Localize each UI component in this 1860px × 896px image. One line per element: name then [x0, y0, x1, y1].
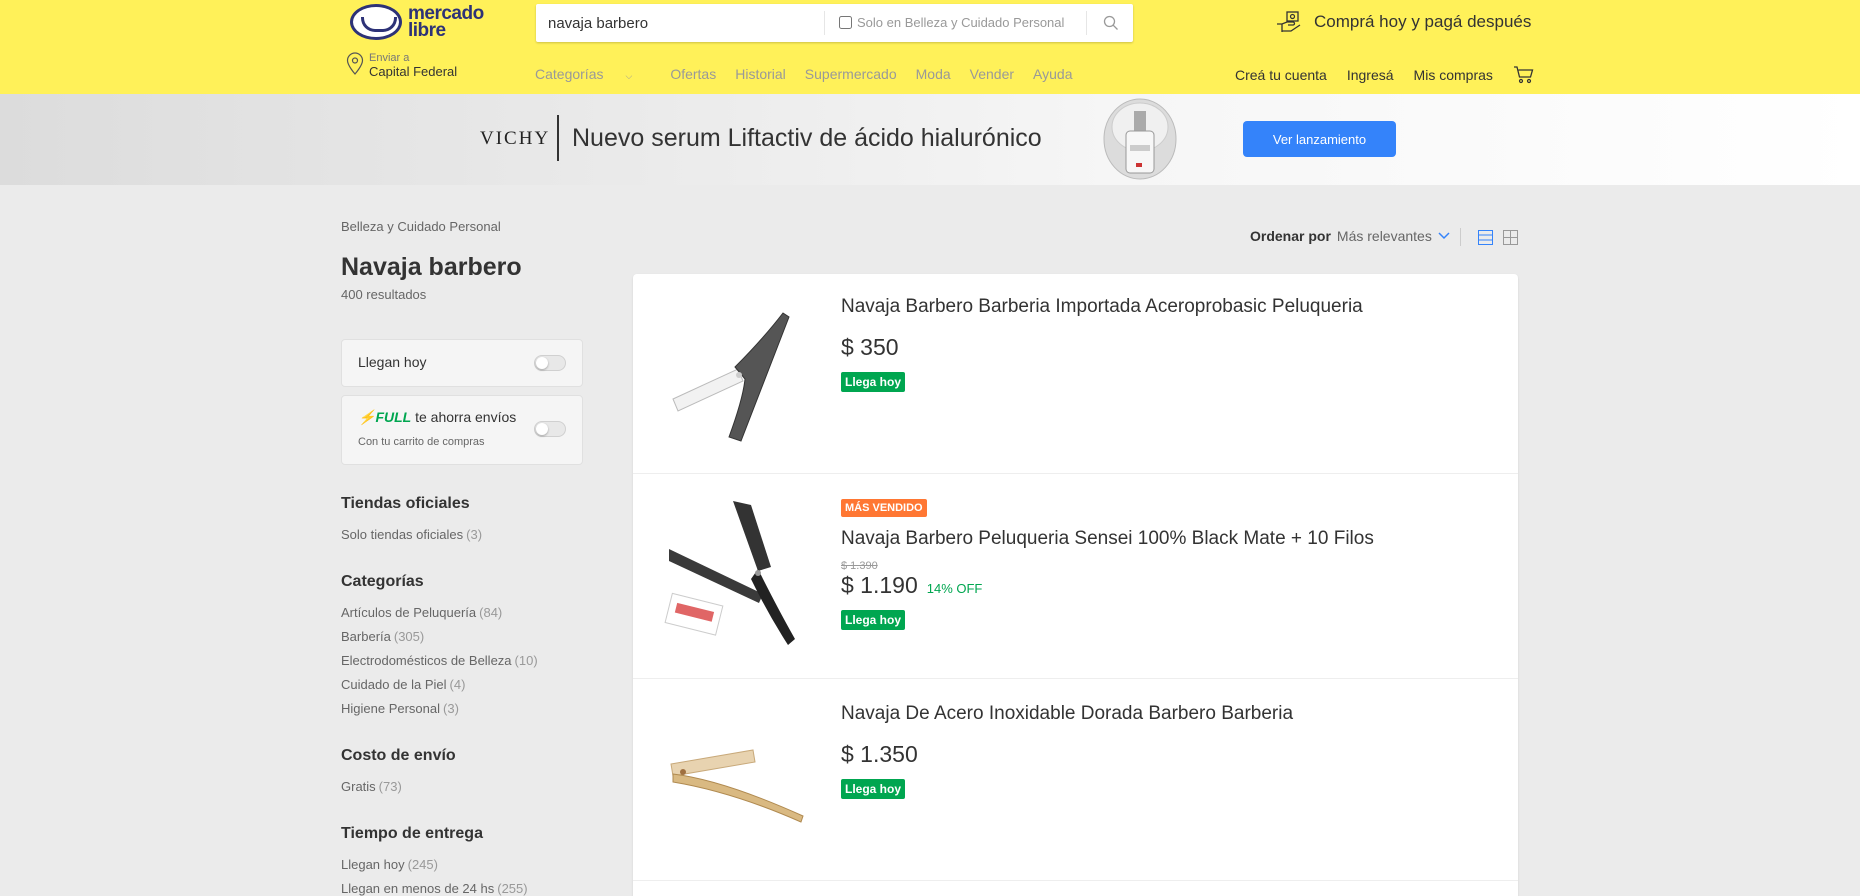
buy-now-pay-later-promo[interactable]: Comprá hoy y pagá después — [1276, 10, 1531, 34]
login-link[interactable]: Ingresá — [1347, 67, 1394, 83]
full-shipping-filter[interactable]: ⚡FULL te ahorra envíos Con tu carrito de… — [341, 395, 583, 465]
chevron-down-icon — [1438, 232, 1450, 240]
best-seller-badge: MÁS VENDIDO — [841, 499, 927, 517]
arrives-today-badge: Llega hoy — [841, 610, 906, 630]
filter-item[interactable]: Barbería (305) — [341, 625, 538, 649]
banner-headline: Nuevo serum Liftactiv de ácido hialuróni… — [572, 124, 1042, 152]
user-nav: Creá tu cuenta Ingresá Mis compras — [1235, 66, 1535, 84]
list-item[interactable]: Navaja De Acero Inoxidable Dorada Barber… — [633, 679, 1518, 881]
item-title[interactable]: Navaja De Acero Inoxidable Dorada Barber… — [841, 703, 1293, 725]
nav-historial[interactable]: Historial — [735, 66, 786, 82]
vichy-logo: VICHY — [480, 128, 551, 149]
cart-icon[interactable] — [1513, 66, 1535, 84]
filter-item[interactable]: Gratis (73) — [341, 775, 456, 799]
location-value: Capital Federal — [369, 64, 458, 79]
item-price: $ 1.350 — [841, 741, 918, 767]
full-label: te ahorra envíos — [415, 409, 517, 425]
filter-item[interactable]: Electrodomésticos de Belleza (10) — [341, 649, 538, 673]
category-filter-label: Solo en Belleza y Cuidado Personal — [857, 15, 1065, 30]
list-view-icon[interactable] — [1478, 230, 1493, 245]
search-button[interactable] — [1094, 8, 1128, 38]
filter-item[interactable]: Higiene Personal (3) — [341, 697, 538, 721]
nav-ofertas[interactable]: Ofertas — [670, 66, 716, 82]
header: mercado libre Solo en Belleza y Cuidado … — [0, 0, 1860, 94]
filter-item[interactable]: Llegan hoy (245) — [341, 853, 528, 877]
full-toggle[interactable] — [534, 421, 566, 437]
location-label: Enviar a — [369, 52, 410, 64]
item-old-price: $ 1.390 — [841, 560, 878, 572]
filter-title: Tiendas oficiales — [341, 495, 470, 512]
item-title[interactable]: Navaja Barbero Barberia Importada Acerop… — [841, 296, 1363, 318]
divider — [824, 11, 825, 35]
promo-banner[interactable]: VICHY Nuevo serum Liftactiv de ácido hia… — [0, 94, 1860, 185]
breadcrumb[interactable]: Belleza y Cuidado Personal — [341, 219, 501, 234]
create-account-link[interactable]: Creá tu cuenta — [1235, 67, 1327, 83]
location-pin-icon — [346, 52, 364, 75]
full-logo: ⚡FULL — [358, 409, 412, 425]
filter-group-categories: Categorías Artículos de Peluquería (84) B… — [341, 573, 538, 721]
filter-title: Categorías — [341, 573, 424, 590]
arrives-today-badge: Llega hoy — [841, 779, 906, 799]
filter-item[interactable]: Llegan en menos de 24 hs (255) — [341, 877, 528, 896]
filter-title: Costo de envío — [341, 747, 456, 764]
search-input[interactable] — [548, 4, 808, 42]
page-title: Navaja barbero — [341, 253, 522, 281]
list-item[interactable]: Navaja Barbero Barberia Importada Acerop… — [633, 274, 1518, 474]
item-price: $ 350 — [841, 334, 899, 360]
divider — [1086, 11, 1087, 35]
search-bar: Solo en Belleza y Cuidado Personal — [536, 4, 1133, 42]
handshake-icon — [350, 4, 402, 40]
nav-categorias[interactable]: Categorías ⌵ — [535, 66, 651, 82]
filter-item[interactable]: Artículos de Peluquería (84) — [341, 601, 538, 625]
view-launch-button[interactable]: Ver lanzamiento — [1243, 121, 1396, 157]
mercadolibre-logo[interactable]: mercado libre — [350, 4, 484, 40]
sort-dropdown[interactable]: Ordenar por Más relevantes — [1250, 228, 1450, 244]
filter-group-official-stores: Tiendas oficiales Solo tiendas oficiales… — [341, 495, 482, 547]
item-title[interactable]: Navaja Barbero Peluqueria Sensei 100% Bl… — [841, 528, 1374, 550]
search-icon — [1103, 15, 1118, 30]
arrives-today-badge: Llega hoy — [841, 372, 906, 392]
delivery-location[interactable]: Enviar a Capital Federal — [346, 52, 457, 80]
category-checkbox[interactable] — [839, 16, 852, 29]
list-item[interactable]: MÁS VENDIDO Navaja Barbero Peluqueria Se… — [633, 474, 1518, 679]
filter-group-shipping-cost: Costo de envío Gratis (73) — [341, 747, 456, 799]
gold-straight-razor-image — [670, 749, 804, 823]
nav-vender[interactable]: Vender — [970, 66, 1014, 82]
chevron-down-icon: ⌵ — [625, 71, 633, 81]
filter-group-delivery-time: Tiempo de entrega Llegan hoy (245) Llegan… — [341, 825, 528, 896]
full-sublabel: Con tu carrito de compras — [358, 436, 485, 448]
nav-ayuda[interactable]: Ayuda — [1033, 66, 1072, 82]
promo-text: Comprá hoy y pagá después — [1314, 12, 1532, 31]
arrives-today-toggle[interactable] — [534, 355, 566, 371]
results-count: 400 resultados — [341, 287, 427, 302]
item-price: $ 1.190 — [841, 572, 918, 598]
arrives-today-label: Llegan hoy — [358, 354, 427, 370]
divider — [557, 115, 559, 161]
item-discount: 14% OFF — [926, 581, 983, 596]
grid-view-icon[interactable] — [1503, 230, 1518, 245]
main-nav: Categorías ⌵ Ofertas Historial Supermerca… — [535, 66, 1091, 82]
results-list: Navaja Barbero Barberia Importada Acerop… — [633, 274, 1518, 896]
arrives-today-filter[interactable]: Llegan hoy — [341, 339, 583, 387]
divider — [1460, 228, 1461, 246]
lightning-icon: ⚡ — [358, 409, 376, 425]
logo-text-line2: libre — [408, 20, 446, 41]
sort-value: Más relevantes — [1336, 228, 1432, 244]
my-purchases-link[interactable]: Mis compras — [1414, 67, 1493, 83]
filter-title: Tiempo de entrega — [341, 825, 483, 842]
nav-moda[interactable]: Moda — [916, 66, 951, 82]
filter-item[interactable]: Cuidado de la Piel (4) — [341, 673, 538, 697]
serum-bottle-image — [1103, 98, 1177, 180]
hand-money-icon — [1277, 11, 1301, 32]
black-straight-razor-image — [664, 501, 795, 645]
filter-item[interactable]: Solo tiendas oficiales (3) — [341, 523, 482, 547]
silver-straight-razor-image — [672, 312, 790, 442]
search-category-filter[interactable]: Solo en Belleza y Cuidado Personal — [839, 15, 1064, 30]
nav-supermercado[interactable]: Supermercado — [805, 66, 897, 82]
sort-label: Ordenar por — [1250, 228, 1331, 244]
